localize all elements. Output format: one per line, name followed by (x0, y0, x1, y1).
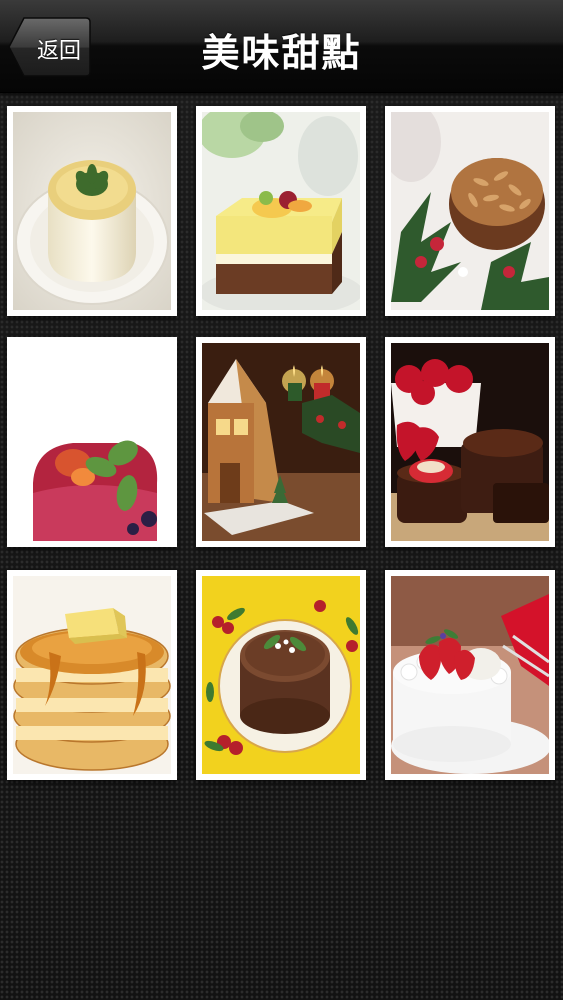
pancake-stack-photo (13, 576, 171, 774)
photo-tile-chocolate-brownies-strawberries[interactable] (385, 337, 555, 547)
photo-tile-layered-mousse-cake[interactable] (196, 106, 366, 316)
photo-tile-panna-cotta[interactable] (7, 106, 177, 316)
photo-tile-berry-mousse[interactable] (7, 337, 177, 547)
photo-grid (0, 0, 563, 1000)
photo-tile-strawberry-cream-cake[interactable] (385, 570, 555, 780)
strawberry-cream-cake-photo (391, 576, 549, 774)
chocolate-brownies-strawberries-photo (391, 343, 549, 541)
photo-tile-pancake-stack[interactable] (7, 570, 177, 780)
photo-tile-gingerbread-house[interactable] (196, 337, 366, 547)
panna-cotta-photo (13, 112, 171, 310)
photo-tile-almond-chocolate-cake[interactable] (385, 106, 555, 316)
photo-tile-chocolate-christmas-cake[interactable] (196, 570, 366, 780)
chocolate-christmas-cake-photo (202, 576, 360, 774)
layered-mousse-cake-photo (202, 112, 360, 310)
berry-mousse-photo (13, 343, 171, 541)
almond-chocolate-cake-photo (391, 112, 549, 310)
gingerbread-house-photo (202, 343, 360, 541)
